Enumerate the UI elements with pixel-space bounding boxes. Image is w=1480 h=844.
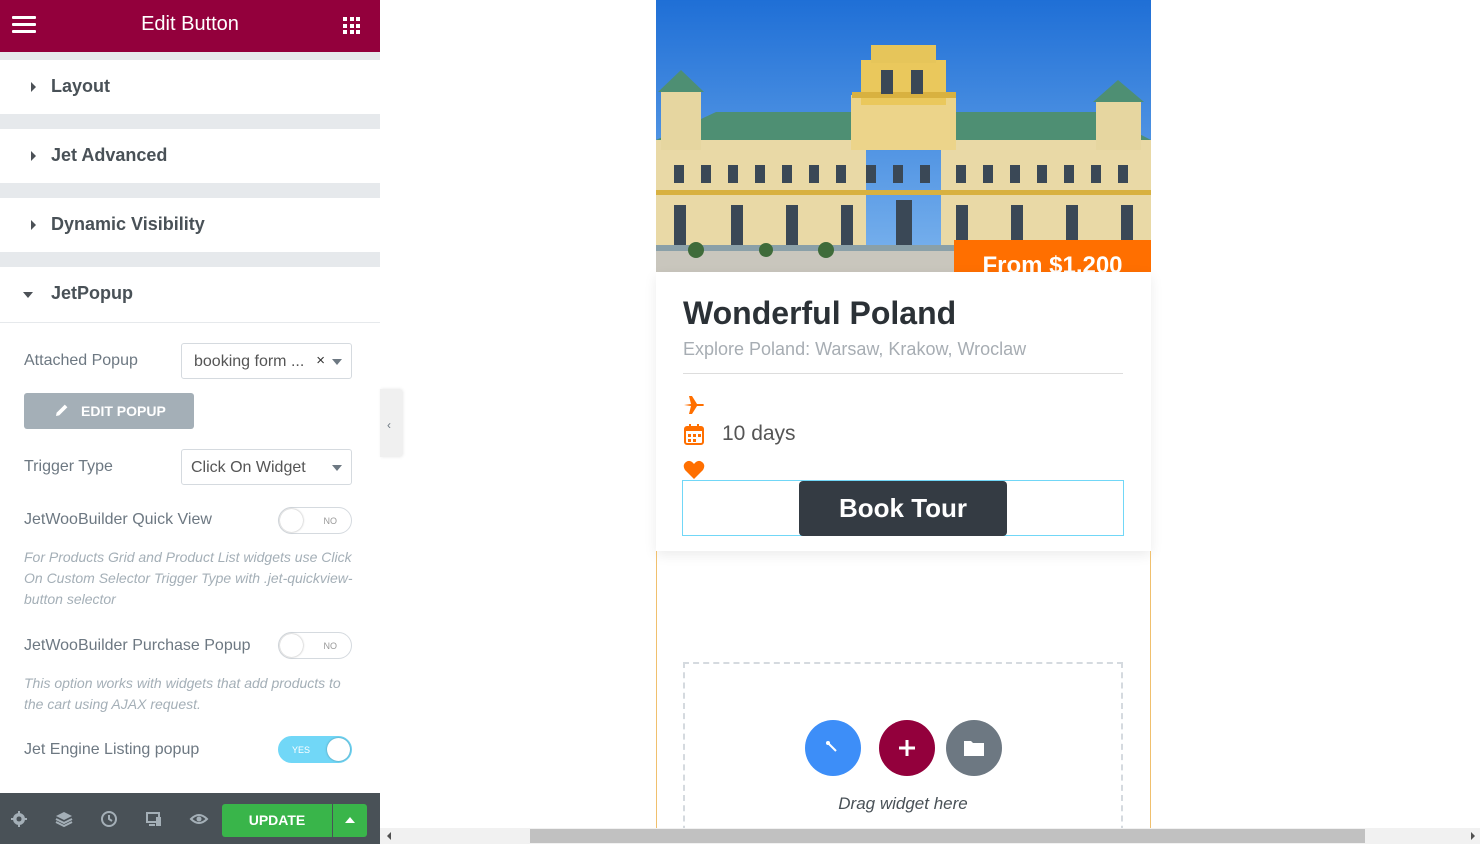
- section-label: Jet Advanced: [51, 145, 168, 165]
- navigator-layers-icon[interactable]: [54, 809, 74, 829]
- section-layout[interactable]: Layout: [0, 60, 380, 114]
- folder-icon: [964, 741, 984, 756]
- scroll-left-icon[interactable]: [387, 832, 391, 840]
- toggle-knob: [327, 738, 350, 761]
- attached-popup-label: Attached Popup: [24, 352, 138, 369]
- toggle-state: NO: [323, 641, 338, 651]
- section-jet-advanced[interactable]: Jet Advanced: [0, 129, 380, 183]
- section-label[interactable]: JetPopup: [51, 283, 133, 304]
- plus-icon: [899, 740, 915, 756]
- caret-right-icon: [31, 82, 36, 92]
- panel-header: Edit Button: [0, 0, 380, 52]
- caret-right-icon: [31, 151, 36, 161]
- trigger-type-label: Trigger Type: [24, 458, 113, 475]
- panel-collapse-toggle[interactable]: ‹: [380, 389, 402, 457]
- panel-title: Edit Button: [141, 13, 239, 35]
- section-dynamic-visibility[interactable]: Dynamic Visibility: [0, 198, 380, 252]
- section-border: [1150, 551, 1151, 830]
- pencil-icon: [56, 404, 68, 416]
- history-icon[interactable]: [99, 809, 119, 829]
- tour-duration: 10 days: [722, 422, 796, 445]
- book-tour-button[interactable]: Book Tour: [799, 481, 1007, 536]
- scrollbar-thumb[interactable]: [530, 829, 1365, 843]
- widgets-grid-icon[interactable]: [343, 17, 360, 34]
- magic-wand-icon: [826, 741, 837, 752]
- purchase-popup-toggle[interactable]: NO: [278, 632, 352, 659]
- tour-title: Wonderful Poland: [683, 295, 957, 331]
- quick-view-toggle[interactable]: NO: [278, 507, 352, 534]
- toggle-knob: [280, 634, 303, 657]
- ai-magic-button[interactable]: [805, 720, 861, 776]
- add-template-button[interactable]: [946, 720, 1002, 776]
- attached-popup-select[interactable]: booking form ... ×: [181, 343, 352, 379]
- horizontal-scrollbar[interactable]: [380, 828, 1480, 844]
- add-section-button[interactable]: [879, 720, 935, 776]
- chevron-down-icon: [332, 359, 342, 365]
- update-button[interactable]: UPDATE: [222, 804, 332, 837]
- responsive-mode-icon[interactable]: [144, 809, 164, 829]
- heart-icon: [683, 460, 705, 479]
- edit-popup-button[interactable]: EDIT POPUP: [24, 393, 194, 429]
- tour-image: [656, 0, 1151, 272]
- scroll-right-icon[interactable]: [1471, 832, 1475, 840]
- chevron-left-icon: ‹: [387, 418, 391, 432]
- caret-down-icon[interactable]: [23, 292, 33, 298]
- edit-popup-label: EDIT POPUP: [81, 403, 166, 419]
- editor-panel: Edit Button Layout Jet Advanced Dynamic …: [0, 0, 380, 844]
- attached-popup-value: booking form ...: [194, 353, 305, 370]
- listing-popup-label: Jet Engine Listing popup: [24, 741, 200, 758]
- caret-right-icon: [31, 220, 36, 230]
- update-options-button[interactable]: [333, 804, 367, 837]
- clear-icon[interactable]: ×: [316, 352, 325, 369]
- editor-root: Edit Button Layout Jet Advanced Dynamic …: [0, 0, 1480, 844]
- trigger-type-select[interactable]: Click On Widget: [181, 449, 352, 485]
- plane-icon: [684, 396, 704, 414]
- calendar-icon: [684, 424, 704, 445]
- chevron-up-icon: [345, 817, 355, 823]
- toggle-state: NO: [323, 516, 338, 526]
- trigger-type-value: Click On Widget: [191, 459, 306, 476]
- quick-view-help: For Products Grid and Product List widge…: [24, 549, 353, 607]
- divider: [0, 322, 380, 323]
- toggle-knob: [280, 509, 303, 532]
- section-border: [656, 551, 657, 830]
- preview-eye-icon[interactable]: [189, 809, 209, 829]
- chevron-down-icon: [332, 465, 342, 471]
- section-label: Layout: [51, 76, 111, 96]
- listing-popup-toggle[interactable]: YES: [278, 736, 352, 763]
- settings-gear-icon[interactable]: [9, 809, 29, 829]
- quick-view-label: JetWooBuilder Quick View: [24, 511, 212, 528]
- purchase-popup-help: This option works with widgets that add …: [24, 675, 341, 712]
- purchase-popup-label: JetWooBuilder Purchase Popup: [24, 637, 251, 654]
- drag-widget-hint: Drag widget here: [838, 794, 968, 813]
- tour-subtitle: Explore Poland: Warsaw, Krakow, Wroclaw: [683, 339, 1027, 359]
- section-label: Dynamic Visibility: [51, 214, 205, 234]
- toggle-state: YES: [292, 745, 311, 755]
- divider: [683, 373, 1123, 374]
- palace-photo: [656, 0, 1151, 272]
